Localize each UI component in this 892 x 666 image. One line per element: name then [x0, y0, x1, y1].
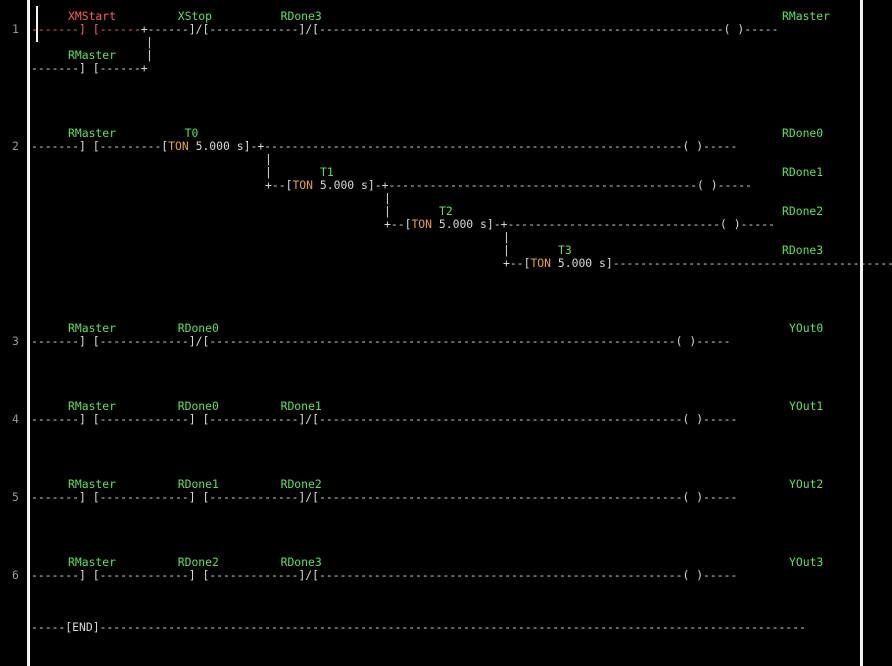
rung-number: 4 — [12, 413, 19, 426]
rung5-line[interactable]: -------] [-------------] [-------------]… — [31, 491, 737, 504]
rung2-vbar: | — [503, 244, 510, 257]
rung1-branch-bar: | — [146, 36, 153, 49]
rung1-coil-label[interactable]: RMaster — [782, 10, 830, 23]
rung1-label-xmstart[interactable]: XMStart — [68, 10, 116, 23]
line-segment: +--[ — [265, 179, 293, 192]
rung2-line-t3[interactable]: +--[TON 5.000 s]------------------------… — [503, 257, 892, 270]
rung-number: 1 — [12, 23, 19, 36]
timer-t2-label[interactable]: T2 — [439, 205, 453, 218]
ton-preset: 5.000 s — [313, 179, 368, 192]
rung2-vbar: | — [384, 192, 391, 205]
rung3-line[interactable]: -------] [-------------]/[--------------… — [31, 335, 731, 348]
ton-preset: 5.000 s — [188, 140, 244, 153]
rung-number: 6 — [12, 569, 19, 582]
line-segment: ]-+-------------------------------------… — [243, 140, 738, 153]
timer-t1-label[interactable]: T1 — [320, 166, 334, 179]
rung2-coil2-label[interactable]: RDone2 — [782, 205, 823, 218]
rung2-labels[interactable]: RMaster T0 — [68, 127, 198, 140]
rung-number: 2 — [12, 140, 19, 153]
rung2-coil0-label[interactable]: RDone0 — [782, 127, 823, 140]
rung1-branch-bar-2: | — [146, 49, 153, 62]
timer-t3-label[interactable]: T3 — [558, 244, 572, 257]
rung4-coil-label[interactable]: YOut1 — [789, 400, 823, 413]
right-power-rail — [860, 0, 863, 666]
rung2-line-t0[interactable]: -------] [---------[TON 5.000 s]-+------… — [31, 140, 737, 153]
ton-keyword: TON — [168, 140, 189, 153]
rung4-labels[interactable]: RMaster RDone0 RDone1 — [68, 400, 322, 413]
end-rung[interactable]: -----[END]------------------------------… — [31, 621, 806, 634]
ton-preset: 5.000 s — [432, 218, 487, 231]
rung1-label-rest[interactable]: XStop RDone3 — [116, 10, 322, 23]
line-segment: ]-+-------------------------------------… — [367, 179, 752, 192]
rung2-vbar: | — [384, 205, 391, 218]
rung2-vbar: | — [503, 231, 510, 244]
rung-number: 5 — [12, 491, 19, 504]
ton-preset: 5.000 s — [551, 257, 606, 270]
line-segment: ]---------------------------------------… — [605, 257, 892, 270]
rung-number: 3 — [12, 335, 19, 348]
rung1-line-main: +------]/[-------------]/[--------------… — [140, 23, 779, 36]
rung2-line-t2[interactable]: +--[TON 5.000 s]-+----------------------… — [384, 218, 775, 231]
rung1-branch-label[interactable]: RMaster — [68, 49, 116, 62]
rung5-labels[interactable]: RMaster RDone1 RDone2 — [68, 478, 322, 491]
rung1-line-red: -------] [------ — [31, 23, 141, 36]
rung2-vbar: | — [265, 166, 272, 179]
rung5-coil-label[interactable]: YOut2 — [789, 478, 823, 491]
rung6-coil-label[interactable]: YOut3 — [789, 556, 823, 569]
ton-keyword: TON — [530, 257, 552, 270]
rung3-coil-label[interactable]: YOut0 — [789, 322, 823, 335]
rung1-branch-line[interactable]: -------] [------+ — [31, 62, 148, 75]
rung6-labels[interactable]: RMaster RDone2 RDone3 — [68, 556, 322, 569]
rung2-vbar: | — [265, 153, 272, 166]
rung4-line[interactable]: -------] [-------------] [-------------]… — [31, 413, 737, 426]
line-segment: +--[ — [503, 257, 531, 270]
rung1-labels: XMStart XStop RDone3 — [68, 10, 322, 23]
ladder-editor: 1 XMStart XStop RDone3 RMaster -------] … — [0, 0, 892, 666]
rung3-labels[interactable]: RMaster RDone0 — [68, 322, 219, 335]
line-segment: -------] [---------[ — [31, 140, 169, 153]
rung2-coil3-label[interactable]: RDone3 — [782, 244, 823, 257]
ton-keyword: TON — [292, 179, 314, 192]
rung2-coil1-label[interactable]: RDone1 — [782, 166, 823, 179]
ton-keyword: TON — [411, 218, 433, 231]
line-segment: +--[ — [384, 218, 412, 231]
rung2-line-t1[interactable]: +--[TON 5.000 s]-+----------------------… — [265, 179, 752, 192]
left-power-rail — [27, 0, 30, 666]
rung6-line[interactable]: -------] [-------------] [-------------]… — [31, 569, 737, 582]
line-segment: ]-+-------------------------------( )---… — [486, 218, 775, 231]
rung1-line[interactable]: -------] [------+------]/[-------------]… — [31, 23, 779, 36]
